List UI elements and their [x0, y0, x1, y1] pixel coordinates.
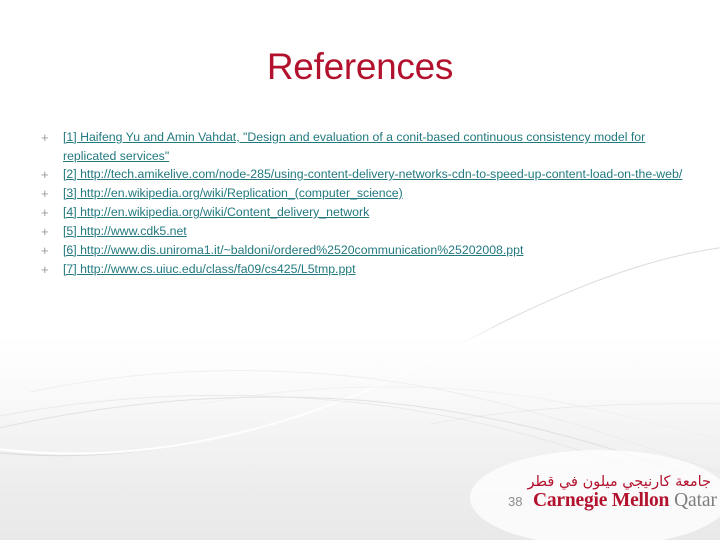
logo-latin-wordmark: Carnegie Mellon Qatar — [533, 490, 717, 511]
reference-link-1[interactable]: [1] Haifeng Yu and Amin Vahdat, "Design … — [63, 128, 693, 165]
list-item: + [6] http://www.dis.uniroma1.it/~baldon… — [38, 241, 693, 260]
reference-link-3[interactable]: [3] http://en.wikipedia.org/wiki/Replica… — [63, 184, 403, 203]
plus-bullet-icon: + — [41, 167, 49, 182]
reference-link-5[interactable]: [5] http://www.cdk5.net — [63, 222, 187, 241]
page-number: 38 — [508, 494, 523, 509]
list-item: + [1] Haifeng Yu and Amin Vahdat, "Desig… — [38, 128, 693, 165]
logo-carnegie-mellon-text: Carnegie Mellon — [533, 490, 670, 511]
list-item: + [2] http://tech.amikelive.com/node-285… — [38, 165, 693, 184]
reference-link-7[interactable]: [7] http://www.cs.uiuc.edu/class/fa09/cs… — [63, 260, 356, 279]
plus-bullet-icon: + — [41, 130, 49, 145]
list-item: + [7] http://www.cs.uiuc.edu/class/fa09/… — [38, 260, 693, 279]
slide-canvas: References + [1] Haifeng Yu and Amin Vah… — [0, 0, 720, 540]
plus-bullet-icon: + — [41, 205, 49, 220]
plus-bullet-icon: + — [41, 262, 49, 277]
logo-qatar-text: Qatar — [674, 490, 717, 511]
reference-link-2[interactable]: [2] http://tech.amikelive.com/node-285/u… — [63, 165, 682, 184]
reference-link-6[interactable]: [6] http://www.dis.uniroma1.it/~baldoni/… — [63, 241, 523, 260]
logo-arabic-wordmark: جامعة كارنيجي ميلون في قطر — [527, 474, 711, 490]
list-item: + [3] http://en.wikipedia.org/wiki/Repli… — [38, 184, 693, 203]
plus-bullet-icon: + — [41, 243, 49, 258]
list-item: + [4] http://en.wikipedia.org/wiki/Conte… — [38, 203, 693, 222]
plus-bullet-icon: + — [41, 186, 49, 201]
page-title: References — [266, 46, 454, 87]
reference-list: + [1] Haifeng Yu and Amin Vahdat, "Desig… — [38, 128, 693, 279]
list-item: + [5] http://www.cdk5.net — [38, 222, 693, 241]
carnegie-mellon-qatar-logo: جامعة كارنيجي ميلون في قطر Carnegie Mell… — [527, 474, 717, 511]
reference-link-4[interactable]: [4] http://en.wikipedia.org/wiki/Content… — [63, 203, 369, 222]
plus-bullet-icon: + — [41, 224, 49, 239]
